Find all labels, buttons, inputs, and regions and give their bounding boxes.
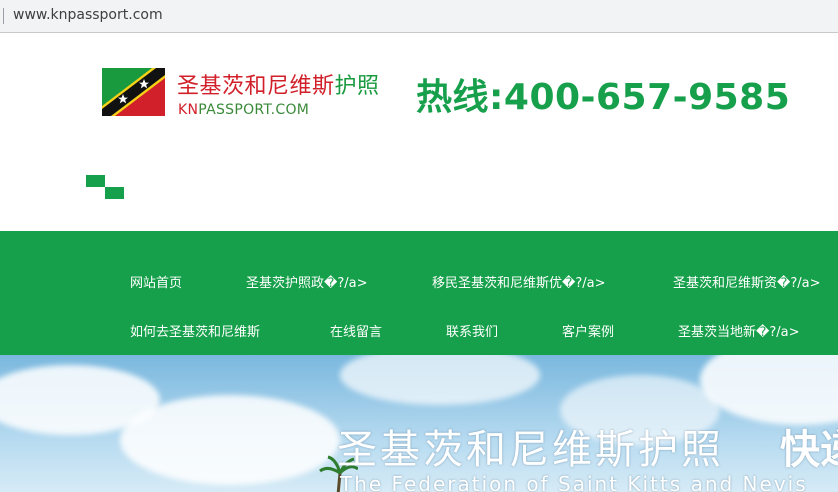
- nav-item-how-to-go[interactable]: 如何去圣基茨和尼维斯: [130, 321, 260, 340]
- logo-en-rest: PASSPORT.COM: [198, 102, 310, 118]
- nav-item-local-news[interactable]: 圣基茨当地新�?/a>: [678, 321, 799, 340]
- cloud-shape: [340, 355, 540, 405]
- nav-item-customer-cases[interactable]: 客户案例: [562, 321, 614, 340]
- nav-item-contact-us[interactable]: 联系我们: [446, 321, 498, 340]
- banner-title-en: The Federation of Saint Kitts and Nevis: [340, 472, 808, 492]
- broken-image-icon: [86, 175, 124, 200]
- banner-title-cn: 圣基茨和尼维斯护照: [337, 427, 724, 473]
- hero-banner[interactable]: 圣基茨和尼维斯护照 快递 The Federation of Saint Kit…: [0, 355, 838, 492]
- logo-chinese-name[interactable]: 圣基茨和尼维斯护照: [177, 68, 380, 100]
- logo-cn-green: 护照: [334, 74, 380, 99]
- saint-kitts-flag-icon[interactable]: [102, 68, 165, 116]
- text-caret: [3, 8, 4, 24]
- nav-item-immigration-advantages[interactable]: 移民圣基茨和尼维斯优�?/a>: [432, 272, 605, 291]
- nav-item-online-message[interactable]: 在线留言: [330, 321, 382, 340]
- logo-cn-red: 圣基茨和尼维斯: [177, 74, 335, 99]
- site-header: 圣基茨和尼维斯护照 KNPASSPORT.COM 热线:400-657-9585: [0, 34, 838, 231]
- address-bar[interactable]: www.knpassport.com: [0, 0, 838, 33]
- url-text[interactable]: www.knpassport.com: [13, 7, 163, 23]
- cloud-shape: [120, 395, 340, 485]
- nav-item-home[interactable]: 网站首页: [130, 272, 182, 291]
- hotline-text: 热线:400-657-9585: [416, 77, 791, 118]
- banner-title-cn-cut: 快递: [780, 427, 838, 473]
- logo-en-red: KN: [178, 102, 199, 118]
- cloud-shape: [700, 355, 838, 425]
- nav-item-information[interactable]: 圣基茨和尼维斯资�?/a>: [673, 272, 820, 291]
- main-nav: 网站首页 圣基茨护照政�?/a> 移民圣基茨和尼维斯优�?/a> 圣基茨和尼维斯…: [0, 231, 838, 355]
- nav-item-passport-policy[interactable]: 圣基茨护照政�?/a>: [246, 272, 367, 291]
- logo-domain[interactable]: KNPASSPORT.COM: [178, 102, 309, 118]
